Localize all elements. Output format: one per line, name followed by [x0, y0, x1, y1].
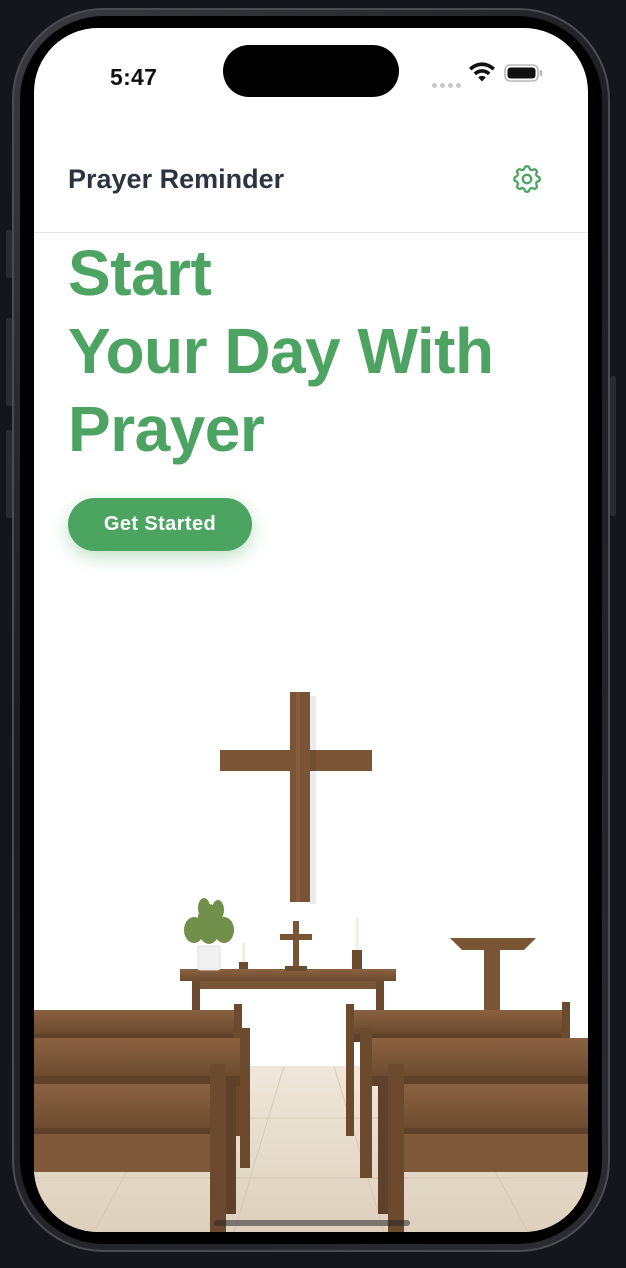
get-started-button[interactable]: Get Started	[68, 498, 252, 551]
power-button	[610, 376, 616, 516]
wifi-icon	[469, 62, 495, 82]
volume-down-button	[6, 430, 12, 518]
dynamic-island	[223, 45, 399, 97]
status-time: 5:47	[110, 64, 158, 90]
chapel-interior-image	[34, 692, 588, 1232]
navigation-bar: Prayer Reminder	[34, 148, 588, 233]
hero-heading: Start Your Day With Prayer	[68, 234, 568, 468]
app-title: Prayer Reminder	[68, 164, 285, 194]
silent-switch	[6, 230, 12, 278]
wall-cross	[220, 692, 372, 904]
screen: 5:47 Prayer Reminder Start Your Day With…	[34, 28, 588, 1232]
status-bar: 5:47	[34, 28, 588, 118]
home-indicator[interactable]	[214, 1220, 410, 1226]
settings-button[interactable]	[506, 158, 548, 200]
cellular-signal-icon	[432, 75, 468, 88]
volume-up-button	[6, 318, 12, 406]
hero-line-3: Prayer	[68, 393, 265, 465]
phone-frame: 5:47 Prayer Reminder Start Your Day With…	[6, 8, 616, 1252]
hero-line-2: Your Day With	[68, 315, 494, 387]
gear-icon	[513, 165, 541, 193]
battery-icon	[504, 64, 543, 82]
hero-line-1: Start	[68, 237, 212, 309]
